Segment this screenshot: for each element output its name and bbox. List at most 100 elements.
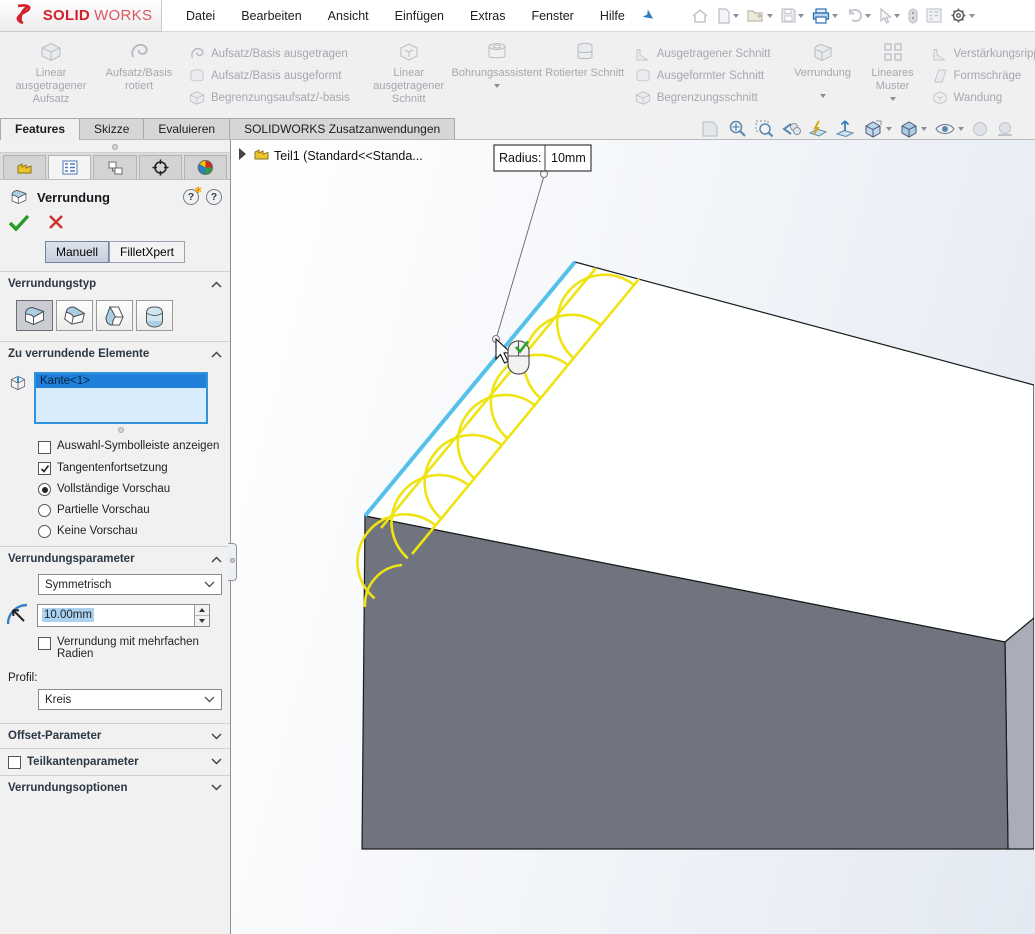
listbox-resize-handle[interactable] [0, 426, 230, 436]
selected-edge-item[interactable]: Kante<1> [36, 374, 206, 388]
rib-button[interactable]: Verstärkungsrippe [931, 45, 1035, 63]
multiple-radius-checkbox[interactable] [38, 637, 51, 650]
menu-hilfe[interactable]: Hilfe [600, 9, 625, 23]
edit-appearance-icon[interactable] [971, 120, 989, 138]
symmetry-dropdown[interactable]: Symmetrisch [38, 574, 222, 595]
section-items-to-fillet[interactable]: Zu verrundende Elemente [0, 341, 230, 366]
tree-expand-arrow-icon[interactable] [239, 148, 246, 160]
mouse-gestures-icon[interactable] [906, 7, 920, 25]
ok-check-icon[interactable] [8, 214, 30, 232]
collapse-chevron-icon[interactable] [211, 281, 222, 288]
tab-feature-manager[interactable] [3, 155, 46, 179]
section-fillet-parameters[interactable]: Verrundungsparameter [0, 546, 230, 571]
partial-preview-row[interactable]: Partielle Vorschau [0, 500, 230, 521]
partial-preview-radio[interactable] [38, 504, 51, 517]
manual-mode-button[interactable]: Manuell [45, 241, 109, 263]
section-fillet-options[interactable]: Verrundungsoptionen [0, 775, 230, 800]
tab-dimxpert-manager[interactable] [139, 155, 182, 179]
full-preview-radio[interactable] [38, 483, 51, 496]
extruded-cut-button[interactable]: Linear ausgetragener Schnitt [366, 34, 452, 118]
right-face[interactable] [1005, 618, 1034, 849]
tab-features[interactable]: Features [0, 118, 80, 140]
options-list-icon[interactable] [924, 7, 944, 24]
view-orientation-cube-icon[interactable] [862, 119, 892, 139]
tab-configuration-manager[interactable] [93, 155, 136, 179]
filletxpert-mode-button[interactable]: FilletXpert [109, 241, 185, 263]
menu-ansicht[interactable]: Ansicht [328, 9, 369, 23]
tab-display-manager[interactable] [184, 155, 227, 179]
radius-value-input[interactable]: 10.00mm [37, 604, 210, 627]
full-preview-row[interactable]: Vollständige Vorschau [0, 479, 230, 500]
apply-scene-icon[interactable] [996, 120, 1014, 138]
draft-button[interactable]: Formschräge [931, 67, 1035, 85]
fillet-button[interactable]: Verrundung [787, 34, 859, 118]
expand-chevron-icon[interactable] [211, 758, 222, 765]
face-fillet-button[interactable] [96, 300, 133, 331]
show-selection-toolbar-row[interactable]: Auswahl-Symbolleiste anzeigen [0, 436, 230, 458]
select-cursor-icon[interactable] [877, 7, 902, 25]
paper-gray-icon[interactable] [700, 120, 720, 138]
collapse-chevron-icon[interactable] [211, 351, 222, 358]
menu-fenster[interactable]: Fenster [531, 9, 573, 23]
revolved-cut-button[interactable]: Rotierter Schnitt [542, 34, 628, 118]
view-normal-to-icon[interactable] [835, 119, 855, 139]
extruded-boss-button[interactable]: Linear ausgetragener Aufsatz [8, 34, 94, 118]
print-icon[interactable] [810, 7, 840, 25]
tab-skizze[interactable]: Skizze [79, 118, 144, 139]
hide-show-eye-icon[interactable] [934, 121, 964, 137]
callout-value[interactable]: 10mm [551, 151, 586, 165]
menu-datei[interactable]: Datei [186, 9, 215, 23]
whats-new-help-icon[interactable]: ?✱ [183, 189, 199, 205]
save-icon[interactable] [779, 7, 806, 24]
no-preview-radio[interactable] [38, 525, 51, 538]
tree-item-label[interactable]: Teil1 (Standard<<Standa... [274, 149, 423, 163]
profile-dropdown[interactable]: Kreis [38, 689, 222, 710]
menu-extras[interactable]: Extras [470, 9, 505, 23]
tangent-propagation-row[interactable]: Tangentenfortsetzung [0, 458, 230, 480]
menu-einfuegen[interactable]: Einfügen [395, 9, 444, 23]
collapse-chevron-icon[interactable] [211, 556, 222, 563]
undo-icon[interactable] [844, 7, 873, 24]
tab-evaluieren[interactable]: Evaluieren [143, 118, 230, 139]
section-partial-edge-parameters[interactable]: Teilkantenparameter [0, 748, 230, 775]
lofted-cut-button[interactable]: Ausgeformter Schnitt [634, 67, 771, 85]
show-selection-toolbar-checkbox[interactable] [38, 441, 51, 454]
radius-spinner[interactable] [194, 605, 209, 626]
section-view-icon[interactable] [808, 119, 828, 139]
expand-chevron-icon[interactable] [211, 733, 222, 740]
boundary-boss-button[interactable]: Begrenzungsaufsatz/-basis [188, 89, 350, 107]
zoom-area-icon[interactable] [754, 119, 774, 139]
panel-splitter-handle[interactable] [228, 543, 237, 581]
tangent-propagation-checkbox[interactable] [38, 462, 51, 475]
help-icon[interactable]: ? [206, 189, 222, 205]
shell-button[interactable]: Wandung [931, 89, 1035, 107]
zoom-fit-icon[interactable] [727, 119, 747, 139]
panel-splitter-horizontal[interactable] [0, 140, 230, 153]
swept-boss-button[interactable]: Aufsatz/Basis ausgetragen [188, 45, 350, 63]
constant-radius-fillet-button[interactable] [16, 300, 53, 331]
multiple-radius-row[interactable]: Verrundung mit mehrfachen Radien [0, 632, 230, 664]
flyout-feature-tree[interactable]: Teil1 (Standard<<Standa... [239, 148, 423, 163]
selection-listbox[interactable]: Kante<1> [34, 372, 208, 424]
display-style-icon[interactable] [899, 119, 927, 139]
menu-bearbeiten[interactable]: Bearbeiten [241, 9, 301, 23]
section-offset-parameters[interactable]: Offset-Parameter [0, 723, 230, 748]
hole-wizard-button[interactable]: Bohrungsassistent [454, 34, 540, 118]
cancel-x-icon[interactable] [48, 214, 64, 230]
variable-radius-fillet-button[interactable] [56, 300, 93, 331]
pin-menu-icon[interactable]: ➤ [639, 5, 658, 26]
graphics-viewport[interactable]: Radius: 10mm Teil1 (Standard<<Standa... [231, 140, 1035, 934]
expand-chevron-icon[interactable] [211, 784, 222, 791]
lofted-boss-button[interactable]: Aufsatz/Basis ausgeformt [188, 67, 350, 85]
home-icon[interactable] [689, 7, 711, 25]
tab-property-manager[interactable] [48, 155, 91, 179]
partial-edge-checkbox[interactable] [8, 756, 21, 769]
new-document-icon[interactable] [715, 7, 741, 25]
previous-view-icon[interactable] [781, 120, 801, 138]
section-fillet-type[interactable]: Verrundungstyp [0, 271, 230, 296]
no-preview-row[interactable]: Keine Vorschau [0, 521, 230, 546]
settings-gear-icon[interactable] [948, 6, 977, 25]
open-icon[interactable] [745, 7, 775, 24]
swept-cut-button[interactable]: Ausgetragener Schnitt [634, 45, 771, 63]
tab-zusatzanwendungen[interactable]: SOLIDWORKS Zusatzanwendungen [229, 118, 455, 139]
